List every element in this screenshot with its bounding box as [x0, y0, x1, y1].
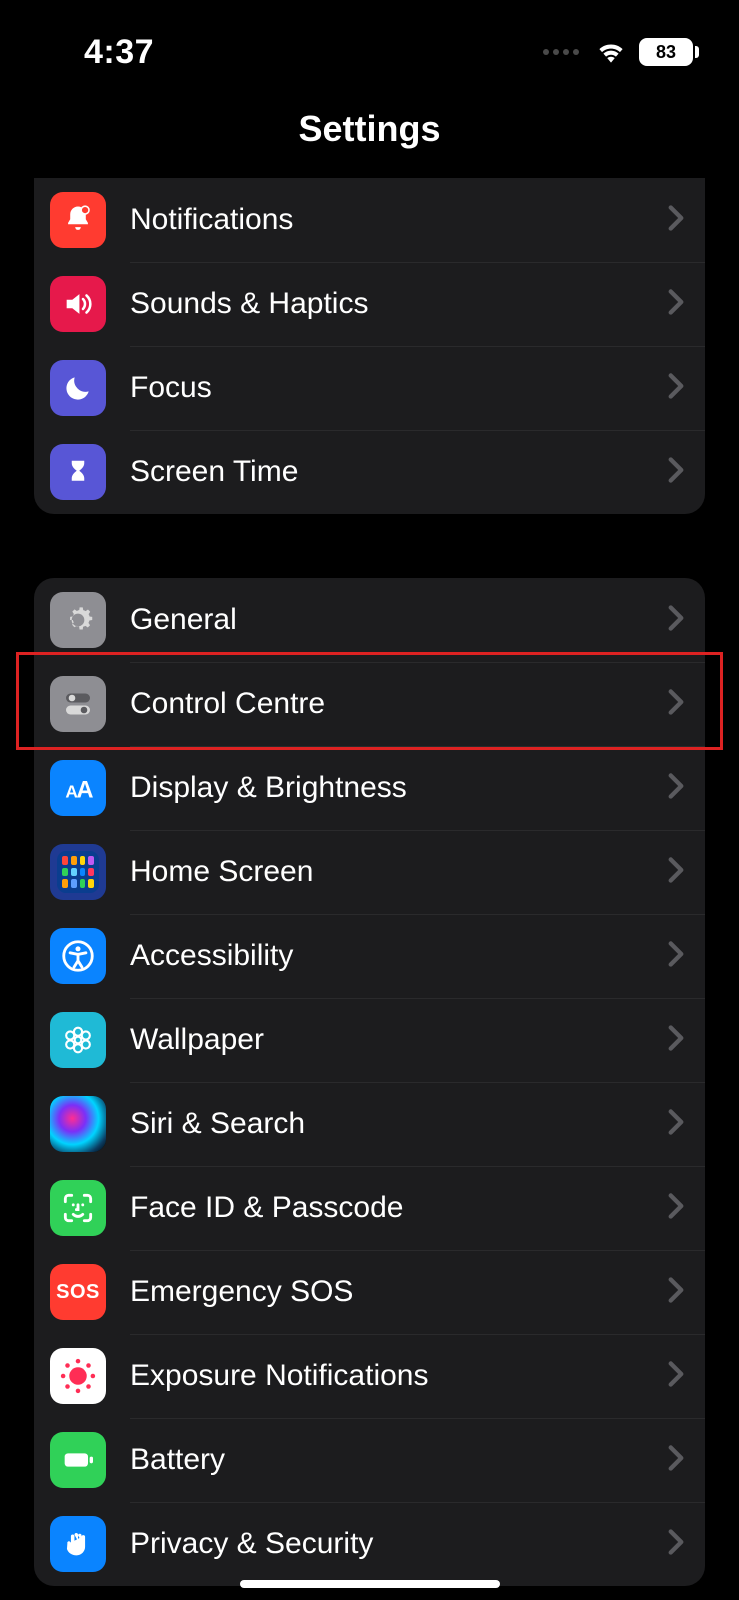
accessibility-icon — [50, 928, 106, 984]
chevron-right-icon — [667, 772, 685, 805]
row-home-screen[interactable]: Home Screen — [34, 830, 705, 914]
chevron-right-icon — [667, 372, 685, 405]
row-privacy-security[interactable]: Privacy & Security — [34, 1502, 705, 1586]
face-id-icon — [50, 1180, 106, 1236]
exposure-icon — [50, 1348, 106, 1404]
row-emergency-sos[interactable]: SOS Emergency SOS — [34, 1250, 705, 1334]
chevron-right-icon — [667, 856, 685, 889]
row-screen-time[interactable]: Screen Time — [34, 430, 705, 514]
battery-icon — [50, 1432, 106, 1488]
row-label: Home Screen — [130, 855, 667, 889]
sos-text: SOS — [56, 1281, 100, 1304]
row-label: Focus — [130, 371, 667, 405]
moon-icon — [50, 360, 106, 416]
chevron-right-icon — [667, 1276, 685, 1309]
row-sounds-haptics[interactable]: Sounds & Haptics — [34, 262, 705, 346]
chevron-right-icon — [667, 1360, 685, 1393]
row-face-id[interactable]: Face ID & Passcode — [34, 1166, 705, 1250]
settings-group-2: General Control Centre A A Display & Bri… — [34, 578, 705, 1586]
row-display-brightness[interactable]: A A Display & Brightness — [34, 746, 705, 830]
chevron-right-icon — [667, 204, 685, 237]
row-exposure-notifications[interactable]: Exposure Notifications — [34, 1334, 705, 1418]
flower-icon — [50, 1012, 106, 1068]
status-right: 83 — [543, 38, 699, 66]
chevron-right-icon — [667, 456, 685, 489]
status-time: 4:37 — [40, 33, 154, 72]
sos-icon: SOS — [50, 1264, 106, 1320]
pagination-dots-icon — [543, 49, 579, 55]
row-label: Display & Brightness — [130, 771, 667, 805]
chevron-right-icon — [667, 1444, 685, 1477]
chevron-right-icon — [667, 604, 685, 637]
chevron-right-icon — [667, 1108, 685, 1141]
row-label: Privacy & Security — [130, 1527, 667, 1561]
battery-level: 83 — [656, 42, 676, 63]
chevron-right-icon — [667, 1024, 685, 1057]
hourglass-icon — [50, 444, 106, 500]
page-title: Settings — [0, 80, 739, 178]
row-label: Accessibility — [130, 939, 667, 973]
chevron-right-icon — [667, 688, 685, 721]
row-battery[interactable]: Battery — [34, 1418, 705, 1502]
speaker-icon — [50, 276, 106, 332]
row-label: Notifications — [130, 203, 667, 237]
row-label: Battery — [130, 1443, 667, 1477]
row-label: Control Centre — [130, 687, 667, 721]
hand-icon — [50, 1516, 106, 1572]
row-siri-search[interactable]: Siri & Search — [34, 1082, 705, 1166]
chevron-right-icon — [667, 1192, 685, 1225]
row-focus[interactable]: Focus — [34, 346, 705, 430]
bell-icon — [50, 192, 106, 248]
svg-text:A: A — [76, 777, 93, 804]
row-general[interactable]: General — [34, 578, 705, 662]
app-grid-icon — [50, 844, 106, 900]
gear-icon — [50, 592, 106, 648]
row-label: Siri & Search — [130, 1107, 667, 1141]
row-label: General — [130, 603, 667, 637]
row-label: Wallpaper — [130, 1023, 667, 1057]
row-label: Sounds & Haptics — [130, 287, 667, 321]
row-control-centre[interactable]: Control Centre — [34, 662, 705, 746]
chevron-right-icon — [667, 288, 685, 321]
chevron-right-icon — [667, 1528, 685, 1561]
settings-group-1: Notifications Sounds & Haptics Focus — [34, 178, 705, 514]
status-bar: 4:37 83 — [0, 0, 739, 80]
row-label: Screen Time — [130, 455, 667, 489]
siri-icon — [50, 1096, 106, 1152]
chevron-right-icon — [667, 940, 685, 973]
row-label: Emergency SOS — [130, 1275, 667, 1309]
row-wallpaper[interactable]: Wallpaper — [34, 998, 705, 1082]
row-accessibility[interactable]: Accessibility — [34, 914, 705, 998]
row-label: Face ID & Passcode — [130, 1191, 667, 1225]
home-indicator[interactable] — [240, 1580, 500, 1588]
text-size-icon: A A — [50, 760, 106, 816]
toggles-icon — [50, 676, 106, 732]
row-notifications[interactable]: Notifications — [34, 178, 705, 262]
battery-indicator: 83 — [639, 38, 699, 66]
row-label: Exposure Notifications — [130, 1359, 667, 1393]
wifi-icon — [595, 40, 627, 64]
